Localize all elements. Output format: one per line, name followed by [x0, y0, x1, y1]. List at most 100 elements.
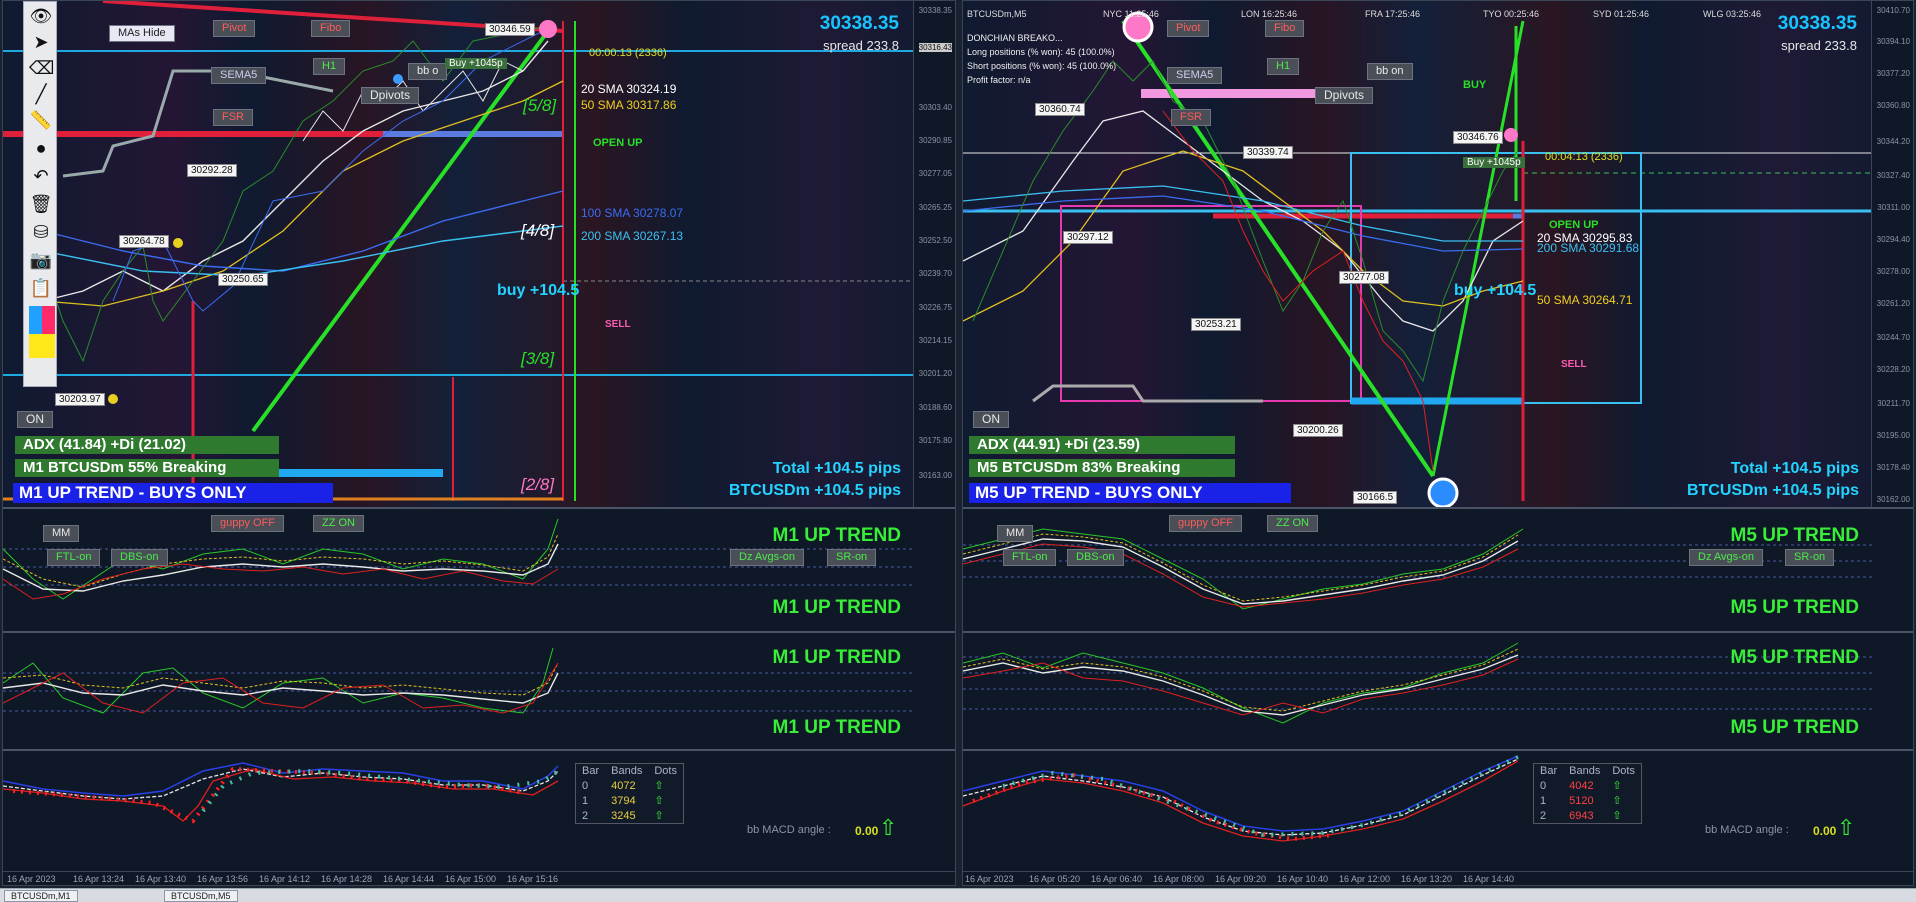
chart-window-m5[interactable]: 30410.70 30394.10 30377.20 30360.80 3034…: [962, 0, 1914, 886]
trash-icon[interactable]: 🗑: [29, 192, 53, 216]
ftl-button[interactable]: FTL-on: [47, 549, 101, 566]
chart-tab-m1[interactable]: BTCUSDm,M1: [4, 890, 78, 902]
circle-icon[interactable]: ●: [29, 136, 53, 160]
table-cell: 4072: [611, 779, 636, 792]
zz-button[interactable]: ZZ ON: [313, 515, 364, 532]
on-button[interactable]: ON: [17, 411, 53, 428]
fsr-button[interactable]: FSR: [1171, 109, 1211, 126]
camera-icon[interactable]: 📷: [29, 248, 53, 272]
chart-tab-m5[interactable]: BTCUSDm,M5: [164, 890, 238, 902]
axis-tick: 30410.70: [1876, 6, 1910, 15]
guppy-button[interactable]: guppy OFF: [211, 515, 285, 532]
sr-button[interactable]: SR-on: [1785, 549, 1835, 566]
table-cell: 2: [582, 809, 589, 822]
stamp-icon[interactable]: ⛁: [29, 220, 53, 244]
table-header: Bands: [1569, 765, 1601, 777]
clipboard-icon[interactable]: 📋: [29, 276, 53, 300]
table-row: 1 5120 ⇧: [1534, 793, 1641, 808]
dbs-button[interactable]: DBS-on: [111, 549, 168, 566]
pivot-button[interactable]: Pivot: [1167, 20, 1210, 37]
table-cell: 6943: [1569, 809, 1594, 822]
time-tick: 16 Apr 05:20: [1029, 874, 1081, 884]
bb-button[interactable]: bb o: [408, 63, 448, 80]
sema-button[interactable]: SEMA5: [1167, 67, 1223, 84]
time-tick: 16 Apr 13:20: [1401, 874, 1453, 884]
pivot-button[interactable]: Pivot: [213, 20, 256, 37]
time-axis[interactable]: 16 Apr 2023 16 Apr 13:24 16 Apr 13:40 16…: [3, 871, 955, 885]
h1-button[interactable]: H1: [1267, 58, 1300, 75]
table-header: Bands: [611, 765, 643, 777]
axis-tick: 30163.00: [918, 471, 952, 480]
sema-button[interactable]: SEMA5: [211, 67, 267, 84]
on-button[interactable]: ON: [973, 411, 1009, 428]
strategy-info: Long positions (% won): 45 (100.0%): [967, 47, 1115, 57]
axis-tick: 30228.20: [1876, 365, 1910, 374]
sr-button[interactable]: SR-on: [827, 549, 877, 566]
axis-tick: 30278.00: [1876, 267, 1910, 276]
dpivots-button[interactable]: Dpivots: [361, 87, 420, 104]
oscillator-panel-2[interactable]: M1 UP TREND M1 UP TREND: [3, 631, 955, 749]
eye-icon[interactable]: 👁: [29, 4, 53, 28]
price-tag: 30297.12: [1063, 231, 1113, 244]
macd-panel[interactable]: Bar Bands Dots 0 4042 ⇧ 1 5120 ⇧ 2 6943: [963, 749, 1913, 885]
macd-panel[interactable]: Bar Bands Dots 0 4072 ⇧ 1 3794 ⇧ 2 3245: [3, 749, 955, 885]
mm-button[interactable]: MM: [43, 525, 80, 542]
sma200-label: 200 SMA 30267.13: [581, 229, 684, 243]
line-tool-icon[interactable]: ╱: [29, 82, 53, 106]
sma100-label: 100 SMA 30278.07: [581, 206, 684, 220]
color-palette-icon[interactable]: [29, 306, 55, 358]
eraser-icon[interactable]: ⌫: [29, 56, 54, 80]
bb-button[interactable]: bb on: [1367, 63, 1413, 80]
time-tick: 16 Apr 14:12: [259, 874, 311, 884]
axis-tick: 30175.80: [918, 436, 952, 445]
chart-title: BTCUSDm,M5: [967, 9, 1027, 19]
axis-tick: 30360.80: [1876, 101, 1910, 110]
time-axis[interactable]: 16 Apr 2023 16 Apr 05:20 16 Apr 06:40 16…: [963, 871, 1913, 885]
spread-label: spread 233.8: [823, 38, 899, 53]
session-clock: LON 16:25:46: [1241, 9, 1298, 19]
dz-avgs-button[interactable]: Dz Avgs-on: [1689, 549, 1764, 566]
dpivots-button[interactable]: Dpivots: [1315, 87, 1374, 104]
candle-timer: 00:00:13 (2336): [589, 47, 667, 59]
price-tag: 30346.59: [485, 23, 535, 36]
fibo-button[interactable]: Fibo: [1265, 20, 1305, 37]
price-axis[interactable]: 30338.35 30316.43 30303.40 30290.85 3027…: [913, 1, 955, 507]
table-cell: 1: [1540, 794, 1547, 807]
ruler-icon[interactable]: 📏: [29, 108, 53, 132]
total-pips: Total +104.5 pips: [1730, 460, 1859, 477]
zz-button[interactable]: ZZ ON: [1267, 515, 1318, 532]
h1-button[interactable]: H1: [313, 58, 346, 75]
guppy-button[interactable]: guppy OFF: [1169, 515, 1243, 532]
oscillator-panel-2[interactable]: M5 UP TREND M5 UP TREND: [963, 631, 1913, 749]
mm-button[interactable]: MM: [997, 525, 1034, 542]
price-axis[interactable]: 30410.70 30394.10 30377.20 30360.80 3034…: [1871, 1, 1913, 507]
axis-tick: 30239.70: [918, 269, 952, 278]
murrey-level-48: [4/8]: [521, 221, 555, 240]
axis-tick: 30265.25: [918, 203, 952, 212]
up-arrow-icon: ⇧: [654, 780, 664, 792]
cursor-icon[interactable]: ➤: [29, 30, 53, 54]
trend-label: M1 UP TREND: [772, 717, 901, 738]
fsr-button[interactable]: FSR: [213, 109, 253, 126]
table-cell: 1: [582, 794, 589, 807]
axis-tick: 30377.20: [1876, 69, 1910, 78]
oscillator-panel-1[interactable]: MM guppy OFF ZZ ON FTL-on DBS-on Dz Avgs…: [963, 507, 1913, 631]
sell-label: SELL: [605, 319, 631, 330]
undo-icon[interactable]: ↶: [29, 164, 53, 188]
axis-tick: 30277.05: [918, 169, 952, 178]
oscillator-panel-1[interactable]: MM guppy OFF ZZ ON FTL-on DBS-on Dz Avgs…: [3, 507, 955, 631]
dbs-button[interactable]: DBS-on: [1067, 549, 1124, 566]
price-chart-m5[interactable]: 30410.70 30394.10 30377.20 30360.80 3034…: [963, 1, 1913, 507]
mas-hide-button[interactable]: MAs Hide: [109, 25, 175, 42]
dz-avgs-button[interactable]: Dz Avgs-on: [730, 549, 805, 566]
drawing-toolbar[interactable]: 👁 ➤ ⌫ ╱ 📏 ● ↶ 🗑 ⛁ 📷 📋: [23, 1, 57, 387]
buy-badge: Buy +1045p: [1463, 157, 1525, 168]
chart-window-m1[interactable]: 30338.35 30316.43 30303.40 30290.85 3027…: [2, 0, 956, 886]
fibo-button[interactable]: Fibo: [311, 20, 351, 37]
table-row: 1 3794 ⇧: [576, 793, 683, 808]
price-tag: 30264.78: [119, 235, 169, 248]
axis-tick: 30338.35: [918, 6, 952, 15]
price-tag: 30200.26: [1293, 424, 1343, 437]
price-chart-m1[interactable]: 30338.35 30316.43 30303.40 30290.85 3027…: [3, 1, 955, 507]
ftl-button[interactable]: FTL-on: [1003, 549, 1057, 566]
